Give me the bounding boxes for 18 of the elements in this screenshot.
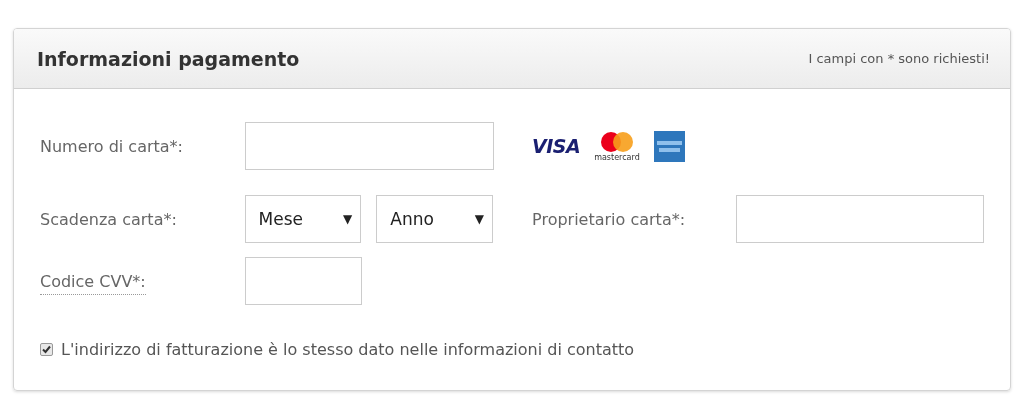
- checkbox[interactable]: [40, 342, 53, 356]
- field-label: Scadenza carta*:: [40, 209, 178, 229]
- required-note: I campi con * sono richiesti!: [808, 51, 990, 66]
- field-label: Numero di carta*:: [40, 136, 184, 156]
- field-label: Codice CVV*:: [40, 271, 146, 295]
- field-label: Proprietario carta*:: [532, 209, 687, 229]
- panel-title: Informazioni pagamento: [37, 47, 300, 70]
- month-select[interactable]: Mese ▼: [244, 195, 362, 243]
- amex-logo: [653, 130, 685, 162]
- year-select[interactable]: Anno ▼: [376, 195, 494, 243]
- caret-icon: ▼: [343, 212, 353, 226]
- checkbox-label: L'indirizzo di fatturazione è lo stesso dato nelle informazioni di contatto: [61, 339, 635, 359]
- card-number-field[interactable]: [245, 122, 494, 170]
- caret-icon: ▼: [474, 212, 485, 226]
- mastercard-logo: mastercard: [594, 130, 640, 162]
- owner-field[interactable]: [735, 195, 984, 243]
- visa-logo: VISA: [532, 135, 581, 157]
- cvv-field[interactable]: [245, 257, 362, 305]
